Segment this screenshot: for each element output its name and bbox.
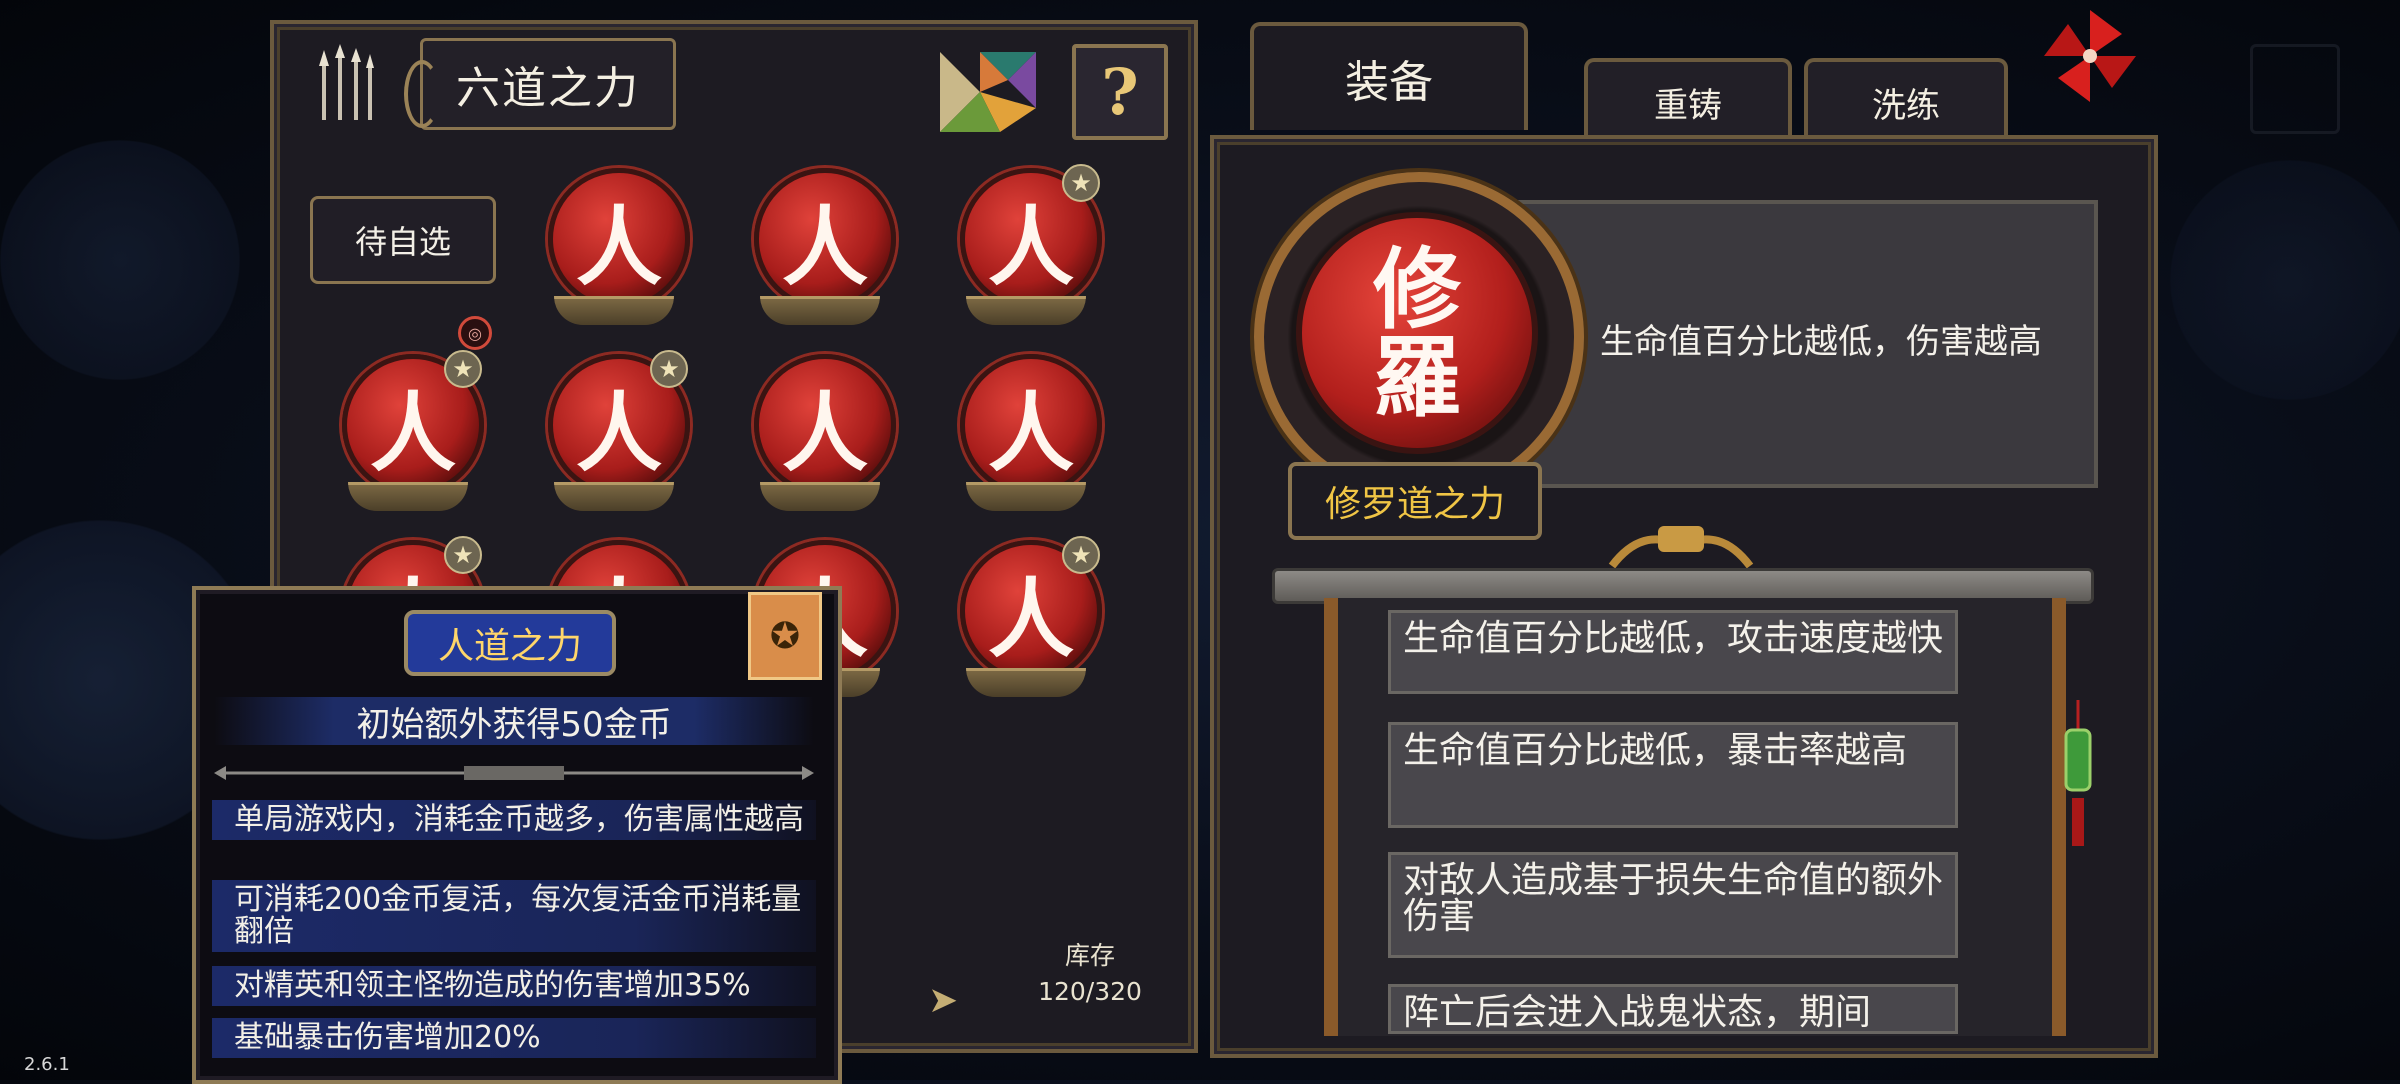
panel-title: 六道之力 [420,38,676,130]
orb-glyph-top: 修 [1372,237,1461,341]
orb-pedestal [554,482,674,511]
tooltip-title: 人道之力 [404,610,616,676]
path-orb[interactable]: 人 [960,354,1102,496]
effect-entry: 对敌人造成基于损失生命值的额外伤害 [1388,852,1958,958]
jade-tassel [2064,700,2092,846]
orb-pedestal [348,482,468,511]
tooltip-effect-line: 单局游戏内，消耗金币越多，伤害属性越高 [212,800,816,840]
tooltip-effect-line: 基础暴击伤害增加20% [212,1018,816,1058]
star-icon: ★ [1062,164,1100,202]
orb-pedestal [554,296,674,325]
orb-pedestal [760,482,880,511]
selected-path-orb: 修 羅 [1296,212,1538,454]
orb-pedestal [966,296,1086,325]
tooltip-main-effect: 初始额外获得50金币 [214,697,814,745]
tooltip-effect-line: 对精英和领主怪物造成的伤害增加35% [212,966,816,1006]
tooltip-effect-line: 可消耗200金币复活，每次复活金币消耗量翻倍 [212,880,816,952]
orb-pedestal [760,296,880,325]
notification-badge: ◎ [458,316,492,350]
star-icon: ★ [444,536,482,574]
effect-entry: 生命值百分比越低，暴击率越高 [1388,722,1958,828]
path-orb[interactable]: 人 [754,354,896,496]
inventory-value: 120/320 [1038,977,1142,1006]
pending-select-slot[interactable]: 待自选 [310,196,496,284]
star-icon: ★ [1062,536,1100,574]
selected-description: 生命值百分比越低，伤害越高 [1600,322,2042,362]
scroll-top-ornament [1608,526,1754,569]
tab-recast[interactable]: 重铸 [1584,58,1792,142]
effect-entry: 生命值百分比越低，攻击速度越快 [1388,610,1958,694]
inventory-label: 库存 [1064,941,1115,970]
version-label: 2.6.1 [24,1054,70,1075]
orb-pedestal [966,482,1086,511]
inventory-counter: 库存 120/320 [1000,938,1180,1010]
orb-glyph-bottom: 羅 [1372,325,1461,429]
effect-entry: 阵亡后会进入战鬼状态，期间 [1388,984,1958,1034]
tangram-icon[interactable] [940,52,1036,132]
spears-icon [319,44,374,120]
help-button[interactable]: ? [1072,44,1168,140]
ghost-button [2250,44,2340,134]
path-orb[interactable]: 人 [548,168,690,310]
pinwheel-close-icon[interactable] [2040,6,2140,106]
title-curl-ornament [404,60,440,128]
next-page-arrow-icon[interactable]: ➤ [928,980,958,1021]
orb-pedestal [966,668,1086,697]
star-badge-icon: ✪ [748,592,822,680]
star-icon: ★ [650,350,688,388]
tab-refine[interactable]: 洗练 [1804,58,2008,142]
star-icon: ★ [444,350,482,388]
tab-equip[interactable]: 装备 [1250,22,1528,130]
selected-path-name: 修罗道之力 [1288,462,1542,540]
path-orb[interactable]: 人 [754,168,896,310]
ornamental-divider [214,766,814,780]
